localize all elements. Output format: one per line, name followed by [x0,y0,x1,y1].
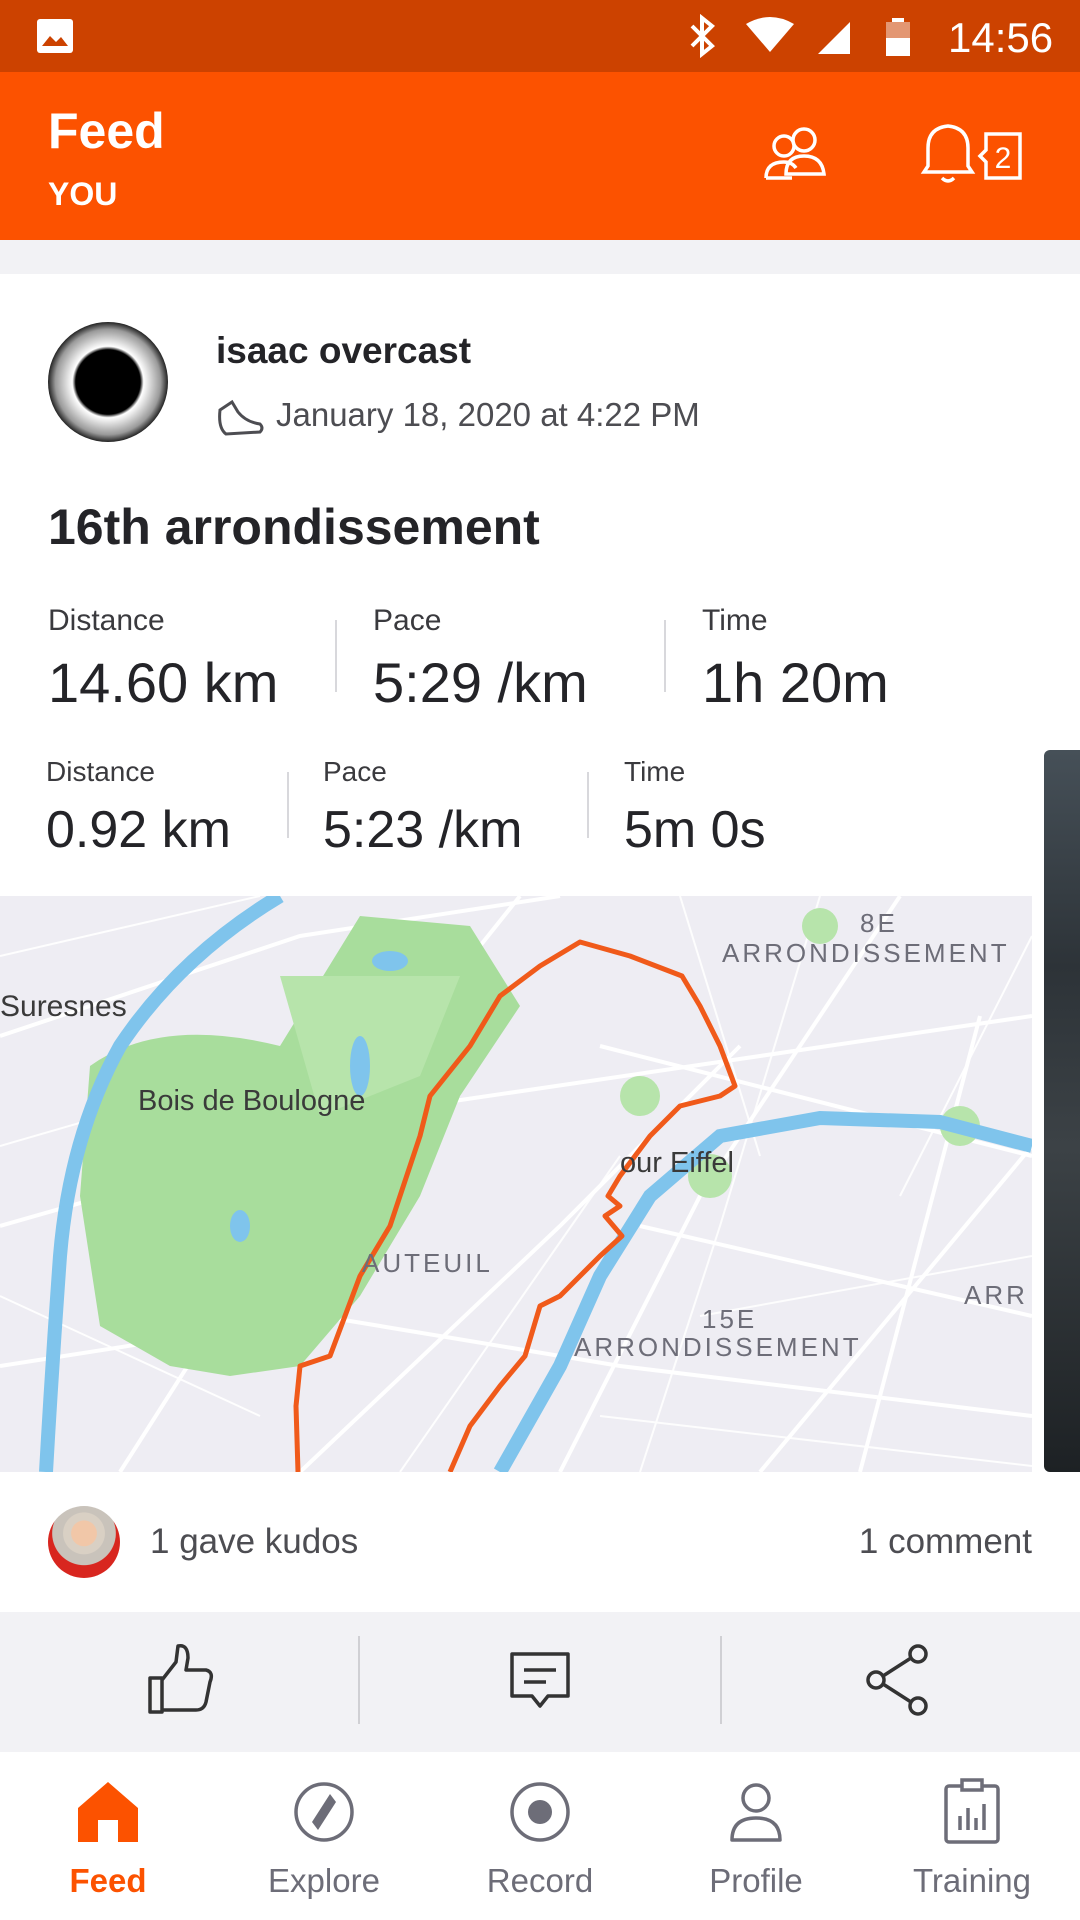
map-label-8e-arr: ARRONDISSEMENT [722,938,1010,968]
action-divider [720,1636,722,1724]
nav-profile-label: Profile [709,1862,803,1899]
battery-icon [886,18,910,56]
map-label-15e: 15E [702,1304,757,1334]
record-icon [510,1782,570,1842]
training-icon [944,1778,1000,1844]
nav-profile[interactable]: Profile [648,1752,864,1920]
split-pace-value: 5:23 /km [323,801,523,859]
stat-distance-value: 14.60 km [48,651,279,714]
run-shoe-icon [218,399,264,436]
nav-feed[interactable]: Feed [0,1752,216,1920]
kudos-avatar[interactable] [48,1506,120,1578]
split-distance-value: 0.92 km [46,801,231,859]
activity-title[interactable]: 16th arrondissement [48,498,540,556]
map-label-15e-arr: ARRONDISSEMENT [574,1332,862,1362]
signal-icon [818,22,850,54]
split-distance-label: Distance [46,756,155,787]
split-time-label: Time [624,756,686,787]
stat-distance-label: Distance [48,604,165,637]
map-label-8e: 8E [860,908,898,938]
share-icon[interactable] [858,1640,938,1720]
nav-training-label: Training [913,1862,1031,1899]
nav-feed-label: Feed [69,1862,147,1899]
thumbs-up-icon[interactable] [140,1640,220,1720]
activity-photo-preview[interactable] [1044,750,1080,1472]
stat-pace-label: Pace [373,604,442,637]
profile-icon [730,1783,782,1842]
bottom-navigation: Feed Explore Record Profile Training [0,1752,1080,1920]
image-icon [37,19,73,53]
map-label-eiffel: our Eiffel [620,1147,734,1179]
athlete-name[interactable]: isaac overcast [216,330,471,372]
map-label-bois: Bois de Boulogne [138,1085,365,1117]
stat-divider [587,772,589,838]
nav-record-label: Record [486,1862,594,1899]
app-header: Feed YOU 2 [0,72,1080,240]
nav-record[interactable]: Record [432,1752,648,1920]
stat-pace-value: 5:29 /km [373,651,588,714]
page-title: Feed [48,103,165,159]
stat-time-value: 1h 20m [702,651,889,714]
athlete-avatar[interactable] [48,322,168,442]
activity-actions [0,1612,1080,1752]
map-label-auteuil: AUTEUIL [362,1248,493,1278]
wifi-icon [746,17,794,52]
activity-card[interactable]: isaac overcast January 18, 2020 at 4:22 … [0,274,1080,1612]
notification-count: 2 [995,142,1012,175]
route-map[interactable]: Suresnes Bois de Boulogne our Eiffel 8E … [0,896,1032,1472]
activity-datetime: January 18, 2020 at 4:22 PM [276,396,700,433]
split-pace-label: Pace [323,756,387,787]
comment-icon[interactable] [500,1640,580,1720]
notifications-bell-icon[interactable]: 2 [918,122,1040,188]
stat-time-label: Time [702,604,768,637]
home-icon [78,1782,138,1842]
action-divider [358,1636,360,1724]
split-time-value: 5m 0s [624,801,766,859]
status-icons [690,14,910,58]
feed-filter[interactable]: YOU [48,176,117,213]
bluetooth-icon [690,14,715,58]
map-label-arr: ARR [964,1280,1028,1310]
nav-training[interactable]: Training [864,1752,1080,1920]
nav-explore[interactable]: Explore [216,1752,432,1920]
stat-divider [664,620,666,692]
nav-explore-label: Explore [268,1862,380,1899]
friends-icon[interactable] [760,124,832,184]
status-bar: 14:56 [0,0,1080,72]
kudos-count[interactable]: 1 gave kudos [150,1522,358,1562]
comment-count[interactable]: 1 comment [859,1522,1032,1562]
stat-divider [335,620,337,692]
stat-divider [287,772,289,838]
compass-icon [294,1782,354,1842]
clock: 14:56 [948,14,1054,61]
map-label-suresnes: Suresnes [0,990,127,1023]
